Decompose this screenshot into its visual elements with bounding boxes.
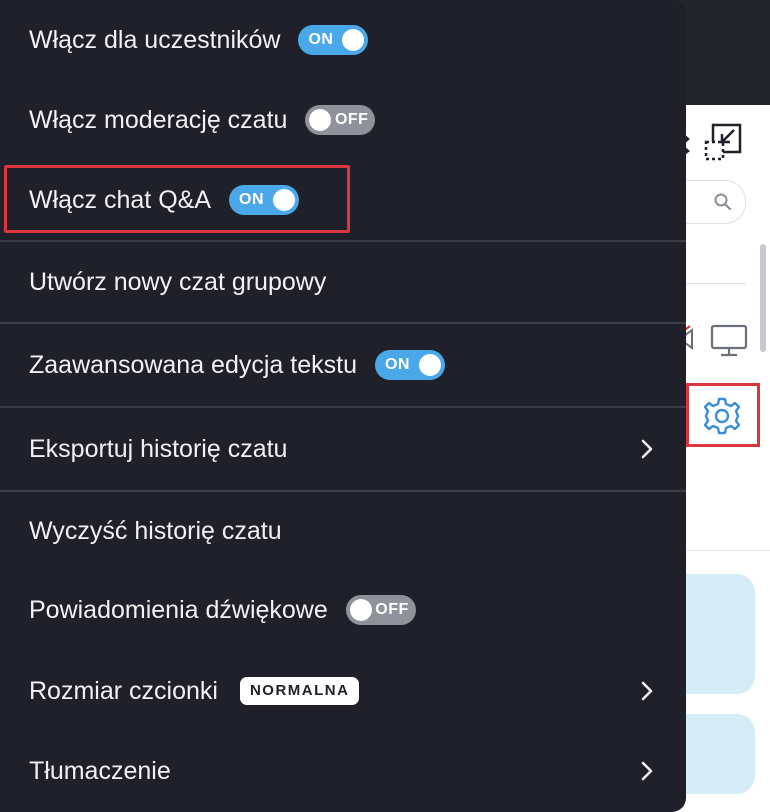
menu-item-label: Utwórz nowy czat grupowy: [29, 267, 327, 296]
menu-item-label: Włącz dla uczestników: [29, 25, 281, 54]
menu-item-label: Tłumaczenie: [29, 756, 171, 785]
chevron-right-icon: [641, 439, 653, 459]
chevron-right-icon: [641, 681, 653, 701]
menu-item-translation[interactable]: Tłumaczenie: [0, 732, 686, 810]
menu-item-label: Włącz moderację czatu: [29, 105, 288, 134]
scrollbar[interactable]: [760, 244, 766, 352]
search-icon[interactable]: [712, 191, 734, 213]
menu-item-label: Włącz chat Q&A: [29, 185, 211, 214]
toggle-state-label: ON: [384, 356, 410, 373]
toggle-knob: [342, 29, 365, 51]
toggle-state-label: OFF: [334, 111, 369, 128]
menu-item-enable-qa-chat[interactable]: Włącz chat Q&A ON: [0, 160, 686, 240]
menu-item-enable-chat-moderation[interactable]: Włącz moderację czatu OFF: [0, 80, 686, 160]
chat-settings-menu: Włącz dla uczestników ON Włącz moderację…: [0, 0, 686, 812]
menu-item-new-group-chat[interactable]: Utwórz nowy czat grupowy: [0, 242, 686, 322]
toggle-knob: [418, 354, 441, 376]
toggle-knob: [273, 189, 295, 211]
toggle-switch-on[interactable]: ON: [298, 25, 369, 55]
menu-item-label: Wyczyść historię czatu: [29, 516, 282, 545]
menu-item-label: Powiadomienia dźwiękowe: [29, 595, 328, 624]
menu-item-enable-for-participants[interactable]: Włącz dla uczestników ON: [0, 0, 686, 80]
menu-item-export-chat-history[interactable]: Eksportuj historię czatu: [0, 408, 686, 490]
toggle-switch-off[interactable]: OFF: [345, 595, 416, 625]
menu-item-font-size[interactable]: Rozmiar czcionki NORMALNA: [0, 650, 686, 732]
font-size-badge: NORMALNA: [239, 677, 360, 705]
toggle-switch-on[interactable]: ON: [229, 185, 299, 215]
monitor-icon[interactable]: [710, 321, 748, 359]
menu-item-clear-chat-history[interactable]: Wyczyść historię czatu: [0, 492, 686, 570]
chevron-right-icon: [641, 761, 653, 781]
menu-item-advanced-text-editing[interactable]: Zaawansowana edycja tekstu ON: [0, 324, 686, 406]
toggle-switch-off[interactable]: OFF: [305, 105, 376, 135]
menu-item-sound-notifications[interactable]: Powiadomienia dźwiękowe OFF: [0, 570, 686, 650]
toggle-state-label: ON: [308, 31, 334, 48]
toggle-switch-on[interactable]: ON: [374, 350, 445, 380]
menu-item-label: Zaawansowana edycja tekstu: [29, 350, 357, 379]
gear-icon[interactable]: [702, 396, 742, 436]
toggle-knob: [309, 109, 332, 131]
menu-item-label: Eksportuj historię czatu: [29, 434, 288, 463]
menu-item-label: Rozmiar czcionki: [29, 676, 218, 705]
toggle-knob: [349, 599, 372, 621]
toggle-state-label: ON: [239, 191, 264, 208]
exit-fullscreen-icon[interactable]: [703, 122, 743, 162]
toggle-state-label: OFF: [375, 601, 409, 618]
